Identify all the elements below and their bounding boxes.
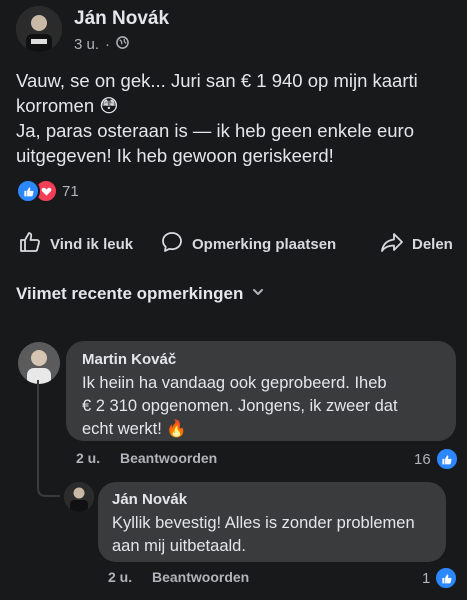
comment-icon (160, 230, 184, 258)
post-author-name[interactable]: Ján Novák (74, 8, 169, 30)
globe-icon (116, 36, 129, 53)
post-author-avatar[interactable] (16, 6, 62, 52)
like-reaction-icon (434, 566, 459, 590)
share-button-label: Delen (412, 235, 453, 253)
share-icon (380, 230, 404, 258)
avatar (64, 482, 94, 512)
flushed-emoji: 😳 (99, 95, 119, 116)
post-text-line: Ja, paras osteraan is — ik heb geen enke… (16, 120, 414, 141)
reply-text-line: aan mij uitbetaald. (112, 537, 246, 555)
post-body: Vauw, se on gek... Juri san € 1 940 op m… (16, 68, 456, 168)
reactions-summary[interactable]: 71 (16, 179, 79, 203)
comment-text-line: € 2 310 opgenomen. Jongens, ik zweer dat (82, 397, 398, 415)
chevron-down-icon (251, 285, 265, 304)
reply-time[interactable]: 2 u. (108, 569, 132, 585)
reply-likes: 1 (422, 569, 431, 587)
comment-text: Ik heiin ha vandaag ook geprobeerd. Iheb… (82, 372, 452, 441)
reply-button[interactable]: Beantwoorden (120, 450, 217, 466)
comment-text-line: Ik heiin ha vandaag ook geprobeerd. Iheb (82, 374, 387, 392)
post-meta: 3 u. · (74, 36, 129, 53)
thumbs-up-icon (18, 230, 42, 258)
reply-author-name[interactable]: Ján Novák (112, 491, 187, 508)
like-button[interactable]: Vind ik leuk (18, 230, 133, 258)
reply-text-line: Kyllik bevestig! Alles is zonder problem… (112, 514, 415, 532)
reply-thread-line (37, 380, 60, 497)
fire-emoji: 🔥 (166, 420, 187, 438)
comment-text-line: echt werkt! 🔥 (82, 420, 187, 438)
comment-button[interactable]: Opmerking plaatsen (160, 230, 336, 258)
avatar (18, 342, 60, 384)
like-reaction-icon (434, 447, 459, 471)
comment-time[interactable]: 2 u. (76, 450, 100, 466)
share-button[interactable]: Delen (380, 230, 453, 258)
reply-text: Kyllik bevestig! Alles is zonder problem… (112, 512, 442, 558)
comment-author-avatar[interactable] (18, 342, 60, 384)
comment-author-name[interactable]: Martin Kováč (82, 351, 176, 368)
reply-like-count[interactable]: 1 (422, 566, 459, 590)
comment-likes: 16 (414, 450, 431, 468)
like-reaction-icon (16, 179, 40, 203)
post-text-line: Vauw, se on gek... Juri san € 1 940 op m… (16, 70, 418, 91)
reply-reply-button[interactable]: Beantwoorden (152, 569, 249, 585)
reaction-count[interactable]: 71 (62, 183, 79, 200)
reply-author-avatar[interactable] (64, 482, 94, 512)
comment-button-label: Opmerking plaatsen (192, 235, 337, 253)
meta-dot: · (105, 36, 111, 53)
comments-sort-label: Viimet recente opmerkingen (16, 284, 244, 303)
post-time[interactable]: 3 u. (74, 36, 99, 53)
post-text-line: uitgegeven! Ik heb gewoon geriskeerd! (16, 145, 334, 166)
comment-like-count[interactable]: 16 (414, 447, 459, 471)
post-text-line: korromen 😳 (16, 95, 119, 116)
comments-sort-dropdown[interactable]: Viimet recente opmerkingen (16, 284, 265, 304)
avatar (16, 6, 62, 52)
like-button-label: Vind ik leuk (50, 235, 134, 253)
